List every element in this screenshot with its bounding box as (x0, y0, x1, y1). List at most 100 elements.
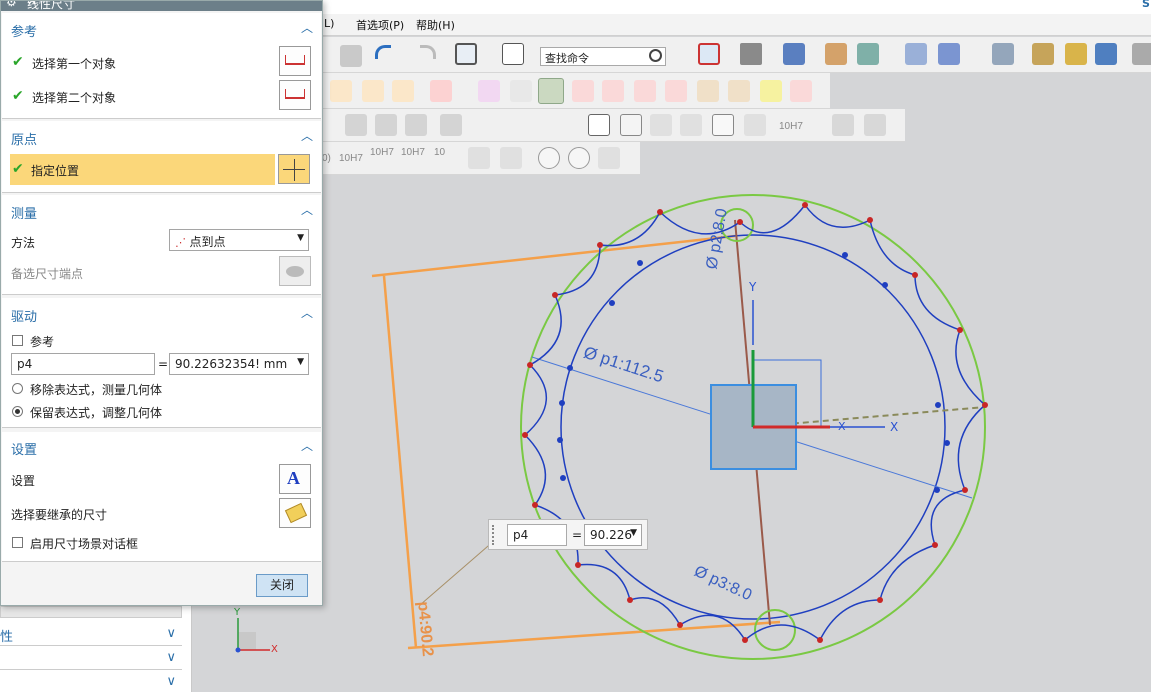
constraint-icon-11[interactable] (665, 80, 687, 102)
method-label: 方法 (11, 236, 36, 250)
select-first-object-button[interactable] (279, 46, 311, 76)
alt-endpoint-button[interactable] (279, 256, 311, 286)
section-title-measure[interactable]: 测量 (11, 203, 37, 222)
spring-icon[interactable] (375, 114, 397, 136)
layer-icon[interactable] (992, 43, 1014, 65)
specify-location-button[interactable] (278, 154, 310, 184)
redo-icon[interactable] (420, 45, 436, 59)
constraint-icon-3[interactable] (392, 80, 414, 102)
constraint-icon-15[interactable] (790, 80, 812, 102)
section-icon[interactable] (857, 43, 879, 65)
radius-icon-2[interactable] (500, 147, 522, 169)
constraint-icon-8[interactable] (572, 80, 594, 102)
find-command-input[interactable]: 查找命令 (540, 47, 666, 66)
menu-item-l[interactable]: L) (324, 17, 334, 30)
settings-icon[interactable] (1065, 43, 1087, 65)
undo-icon[interactable] (375, 45, 391, 59)
tools-icon[interactable] (1032, 43, 1054, 65)
table-icon[interactable] (620, 114, 642, 136)
weld-icon[interactable] (744, 114, 766, 136)
move-icon[interactable] (938, 43, 960, 65)
view-icon[interactable] (740, 43, 762, 65)
gdt-icon-1[interactable] (650, 114, 672, 136)
roll-icon[interactable] (405, 114, 427, 136)
onscreen-value-select[interactable]: 90.226 ▼ (584, 524, 642, 546)
block-icon-2[interactable] (864, 114, 886, 136)
tolerance-label-4[interactable]: 10 (434, 147, 445, 158)
constraint-icon-14[interactable] (760, 80, 782, 102)
tolerance-label-3[interactable]: 10H7 (401, 147, 425, 158)
gear-icon[interactable]: ⚙ (6, 1, 17, 9)
menu-item-help[interactable]: 帮助(H) (416, 17, 455, 33)
diameter-icon-1[interactable] (538, 147, 560, 169)
note-icon[interactable] (712, 114, 734, 136)
snap-icon[interactable] (1095, 43, 1117, 65)
collapse-icon[interactable]: ︿ (301, 19, 313, 36)
info-icon[interactable] (502, 43, 524, 65)
constraint-icon-5[interactable] (478, 80, 500, 102)
cylinder-icon[interactable] (345, 114, 367, 136)
constraint-icon-active[interactable] (538, 78, 564, 104)
diameter-icon-2[interactable] (568, 147, 590, 169)
constraint-icon-1[interactable] (330, 80, 352, 102)
radius-icon-1[interactable] (468, 147, 490, 169)
constraint-icon-10[interactable] (634, 80, 656, 102)
constraint-icon-13[interactable] (728, 80, 750, 102)
expression-name-field[interactable]: p4 (11, 353, 155, 375)
gdt-icon-2[interactable] (680, 114, 702, 136)
nav-section-properties[interactable]: 性 ∨ (0, 624, 182, 646)
paste-icon[interactable] (340, 45, 362, 67)
wire-icon[interactable] (440, 114, 462, 136)
dim-p4-ext-top (371, 234, 736, 278)
edge-icon[interactable] (825, 43, 847, 65)
onscreen-expr-name[interactable]: p4 (507, 524, 567, 546)
block-icon-1[interactable] (832, 114, 854, 136)
nav-section-2[interactable]: ∨ (0, 648, 182, 670)
check-icon: ✔ (12, 88, 24, 104)
collapse-icon[interactable]: ︿ (301, 437, 313, 454)
constraint-icon-6[interactable] (510, 80, 532, 102)
menu-item-preferences[interactable]: 首选项(P) (356, 17, 404, 33)
dimension-style-button[interactable]: A (279, 464, 311, 494)
remove-expression-radio[interactable] (12, 383, 23, 394)
nav-section-3[interactable]: ∨ (0, 672, 182, 692)
collapse-icon[interactable]: ︿ (301, 127, 313, 144)
graphics-area[interactable]: Ø p1:112.5 Ø p3:8.0 Ø p2:8.0 p4:90.2 X X… (192, 175, 1151, 692)
drag-grip-icon[interactable] (492, 525, 496, 545)
section-title-driving[interactable]: 驱动 (11, 306, 37, 325)
more-icon[interactable] (1132, 43, 1151, 65)
constraint-icon-4[interactable] (430, 80, 452, 102)
expression-value-field[interactable]: 90.22632354! mm ▼ (169, 353, 309, 375)
section-title-settings[interactable]: 设置 (11, 439, 37, 458)
window-icon[interactable] (455, 43, 477, 65)
constraint-icon-12[interactable] (697, 80, 719, 102)
tolerance-label-2[interactable]: 10H7 (370, 147, 394, 158)
fit-icon[interactable] (698, 43, 720, 65)
collapse-icon[interactable]: ︿ (301, 201, 313, 218)
method-select[interactable]: ⋰ 点到点 ▼ (169, 229, 309, 251)
keep-expression-radio[interactable] (12, 406, 23, 417)
triangle-icon[interactable] (588, 114, 610, 136)
select-second-object-button[interactable] (279, 80, 311, 110)
text-style-icon: A (287, 468, 300, 488)
dialog-title-bar[interactable]: 线性尺寸 ⚙ ✕ (1, 1, 322, 11)
section-title-origin[interactable]: 原点 (11, 129, 37, 148)
close-icon[interactable]: ✕ (27, 1, 314, 8)
orient-icon[interactable] (905, 43, 927, 65)
collapse-icon[interactable]: ︿ (301, 304, 313, 321)
return-icon[interactable] (598, 147, 620, 169)
constraint-icon-9[interactable] (602, 80, 624, 102)
section-settings: 设置 ︿ 设置 A 选择要继承的尺寸 启用尺寸场景对话框 (2, 432, 321, 562)
inherit-dimension-button[interactable] (279, 498, 311, 528)
constraint-icon-2[interactable] (362, 80, 384, 102)
close-button[interactable]: 关闭 (256, 574, 308, 597)
navigator-scrollbar[interactable] (0, 606, 182, 618)
section-title-reference[interactable]: 参考 (11, 21, 37, 40)
cube-icon[interactable] (783, 43, 805, 65)
tolerance-label-1[interactable]: 10H7 (339, 153, 363, 164)
tolerance-label-10h7[interactable]: 10H7 (779, 121, 803, 132)
enable-scene-dialog-checkbox[interactable] (12, 537, 23, 548)
dim-p4-line (382, 275, 418, 649)
tolerance-label-0[interactable]: 0) (322, 153, 331, 164)
reference-checkbox[interactable] (12, 335, 23, 346)
